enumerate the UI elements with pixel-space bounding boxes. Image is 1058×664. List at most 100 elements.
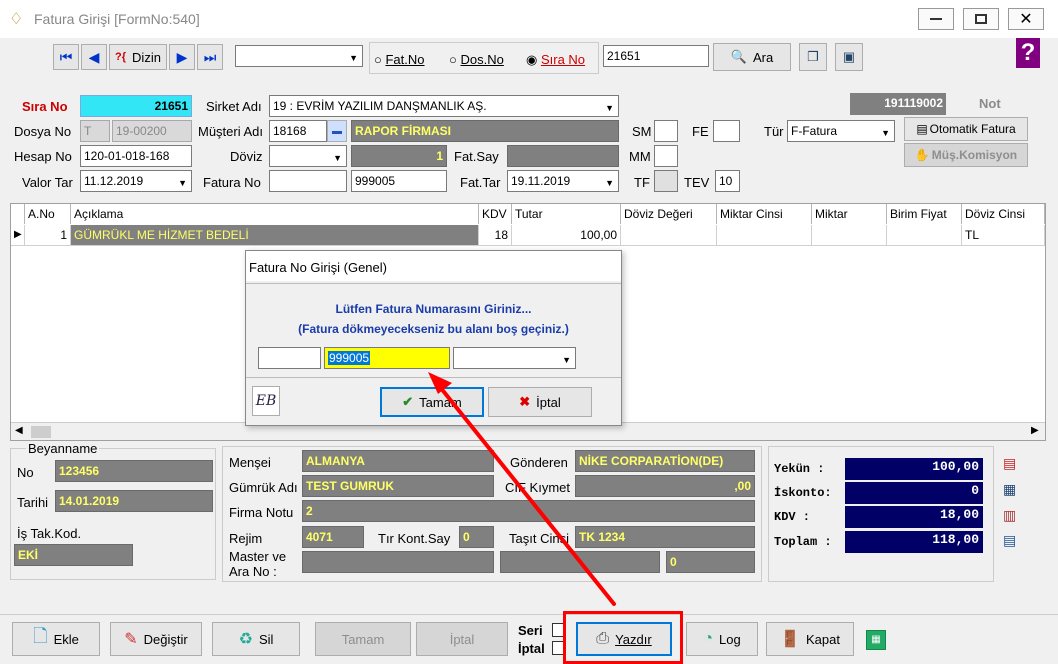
hesap-field[interactable]: 120-01-018-168 xyxy=(80,145,192,167)
cell-doviz-cinsi[interactable]: TL xyxy=(962,225,1045,245)
doc-add-icon[interactable]: ▤ xyxy=(1003,455,1016,472)
radio-fatno[interactable]: ○ Fat.No xyxy=(374,52,425,67)
preview-button[interactable]: ▣ xyxy=(835,43,863,71)
fatura-no-field-a[interactable] xyxy=(269,170,347,192)
nav-filter-select[interactable] xyxy=(235,45,363,67)
cell-tutar[interactable]: 100,00 xyxy=(512,225,621,245)
dialog-ok-button[interactable]: ✔ Tamam xyxy=(380,387,484,417)
scroll-left-icon[interactable]: ◀ xyxy=(15,425,23,436)
help-icon[interactable]: ? xyxy=(1016,38,1040,68)
radio-sirano[interactable]: ◉ Sıra No xyxy=(526,52,585,68)
fat-tar-date[interactable]: 19.11.2019 xyxy=(507,170,619,192)
cell-aciklama[interactable]: GÜMRÜKL ME HİZMET BEDELİ xyxy=(71,225,479,245)
cif-label: CIF Kıymet xyxy=(505,480,571,495)
iptal-button[interactable]: İptal xyxy=(416,622,508,656)
list-icon[interactable]: ▤ xyxy=(1003,532,1016,549)
iskonto-label: İskonto: xyxy=(774,486,832,500)
close-button[interactable]: ✕ xyxy=(1008,8,1044,30)
dialog-fatura-input[interactable]: 999005 xyxy=(324,347,450,369)
fat-say-field[interactable] xyxy=(507,145,619,167)
tamam-button[interactable]: Tamam xyxy=(315,622,411,656)
dizin-button[interactable]: ?{Dizin xyxy=(109,44,167,70)
scrollbar-thumb[interactable] xyxy=(31,426,51,438)
cell-miktar[interactable] xyxy=(812,225,887,245)
copy-button[interactable]: ❐ xyxy=(799,43,827,71)
kapat-button[interactable]: 🚪 Kapat xyxy=(766,622,854,656)
cell-birim-fiyat[interactable] xyxy=(887,225,962,245)
log-button[interactable]: ◔ Log xyxy=(686,622,758,656)
valor-date[interactable]: 11.12.2019 xyxy=(80,170,192,192)
iptal-chk-label: İptal xyxy=(518,641,545,656)
sil-button[interactable]: ♻ Sil xyxy=(212,622,300,656)
dialog-logo-button[interactable]: EB xyxy=(252,386,280,416)
prev-record-button[interactable]: ◀ xyxy=(81,44,107,70)
col-kdv[interactable]: KDV xyxy=(479,204,512,224)
dosya-prefix-field[interactable]: T xyxy=(80,120,110,142)
fatura-no-field[interactable]: 999005 xyxy=(351,170,447,192)
sira-no-field[interactable]: 21651 xyxy=(80,95,192,117)
istak-field[interactable]: EKİ xyxy=(14,544,133,566)
col-tutar[interactable]: Tutar xyxy=(512,204,621,224)
master-field-b[interactable] xyxy=(500,551,660,573)
musteri-ad-field[interactable]: RAPOR FİRMASI xyxy=(351,120,619,142)
musteri-lookup-button[interactable]: ▬ xyxy=(327,120,347,142)
fe-field[interactable] xyxy=(713,120,740,142)
col-miktar[interactable]: Miktar xyxy=(812,204,887,224)
cell-doviz-degeri[interactable] xyxy=(621,225,717,245)
tev-field[interactable]: 10 xyxy=(715,170,740,192)
first-record-button[interactable]: ⏮ xyxy=(53,44,79,70)
col-doviz-cinsi[interactable]: Döviz Cinsi xyxy=(962,204,1045,224)
col-birim-fiyat[interactable]: Birim Fiyat xyxy=(887,204,962,224)
col-ano[interactable]: A.No xyxy=(25,204,71,224)
mus-komisyon-button[interactable]: ✋ Müş.Komisyon xyxy=(904,143,1028,167)
cif-field[interactable]: ,00 xyxy=(575,475,755,497)
cell-miktar-cinsi[interactable] xyxy=(717,225,812,245)
col-miktar-cinsi[interactable]: Miktar Cinsi xyxy=(717,204,812,224)
musteri-kod-field[interactable]: 18168 xyxy=(269,120,327,142)
minimize-button[interactable] xyxy=(918,8,954,30)
sirket-label: Sirket Adı xyxy=(206,99,262,114)
sirket-select[interactable]: 19 : EVRİM YAZILIM DANŞMANLIK AŞ. xyxy=(269,95,619,117)
kur-field[interactable]: 1 xyxy=(351,145,447,167)
table-row[interactable]: ▶ 1 GÜMRÜKL ME HİZMET BEDELİ 18 100,00 T… xyxy=(11,225,1045,246)
tasit-field[interactable]: TK 1234 xyxy=(575,526,755,548)
tf-field[interactable] xyxy=(654,170,678,192)
tir-field[interactable]: 0 xyxy=(459,526,494,548)
printer-small-icon[interactable]: ▥ xyxy=(1003,507,1016,524)
scroll-right-icon[interactable]: ▶ xyxy=(1031,425,1039,436)
grid-select-icon[interactable]: ▦ xyxy=(1003,481,1016,498)
beyan-no-field[interactable]: 123456 xyxy=(55,460,213,482)
mm-field[interactable] xyxy=(654,145,678,167)
otomatik-fatura-button[interactable]: ▤ Otomatik Fatura xyxy=(904,117,1028,141)
firma-notu-field[interactable]: 2 xyxy=(302,500,755,522)
cell-ano[interactable]: 1 xyxy=(25,225,71,245)
ara-button[interactable]: 🔍 Ara xyxy=(713,43,791,71)
maximize-button[interactable] xyxy=(963,8,999,30)
master-field-c[interactable]: 0 xyxy=(666,551,755,573)
master-field-a[interactable] xyxy=(302,551,494,573)
pages-icon: ▤ xyxy=(916,122,928,136)
ekle-button[interactable]: 🗋 Ekle xyxy=(12,622,100,656)
mensei-field[interactable]: ALMANYA xyxy=(302,450,494,472)
tur-select[interactable]: F-Fatura xyxy=(787,120,895,142)
doviz-select[interactable] xyxy=(269,145,347,167)
col-aciklama[interactable]: Açıklama xyxy=(71,204,479,224)
search-input[interactable]: 21651 xyxy=(603,45,709,67)
degistir-button[interactable]: ✎ Değiştir xyxy=(110,622,202,656)
dialog-prefix-field[interactable] xyxy=(258,347,321,369)
ara-label: Ara xyxy=(752,49,774,65)
cell-kdv[interactable]: 18 xyxy=(479,225,512,245)
dosya-no-field[interactable]: 19-00200 xyxy=(112,120,192,142)
radio-dosno[interactable]: ○ Dos.No xyxy=(449,52,504,67)
gonderen-field[interactable]: NİKE CORPARATİON(DE) xyxy=(575,450,755,472)
rejim-field[interactable]: 4071 xyxy=(302,526,364,548)
calculator-icon[interactable]: ▦ xyxy=(866,630,886,650)
next-record-button[interactable]: ▶ xyxy=(169,44,195,70)
beyan-tarih-field[interactable]: 14.01.2019 xyxy=(55,490,213,512)
dialog-select[interactable] xyxy=(453,347,576,369)
dialog-cancel-button[interactable]: ✖ İptal xyxy=(488,387,592,417)
sm-field[interactable] xyxy=(654,120,678,142)
gumruk-field[interactable]: TEST GUMRUK xyxy=(302,475,494,497)
last-record-button[interactable]: ⏭ xyxy=(197,44,223,70)
col-doviz-degeri[interactable]: Döviz Değeri xyxy=(621,204,717,224)
